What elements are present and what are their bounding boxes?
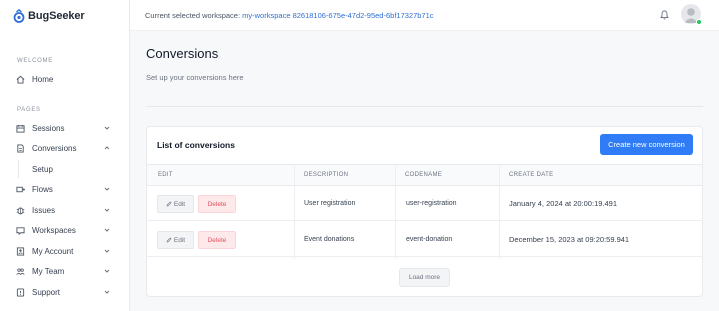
sidebar-item-label: Home xyxy=(32,74,54,84)
sidebar-item-label: Sessions xyxy=(32,123,65,133)
online-status-indicator xyxy=(696,19,702,25)
document-icon xyxy=(17,143,24,153)
page-title: Conversions xyxy=(146,46,219,61)
page-subtitle: Set up your conversions here xyxy=(146,73,244,82)
column-header-codename: CODENAME xyxy=(405,172,443,178)
sidebar-item-label: Flows xyxy=(32,184,53,194)
sidebar-item-label: Issues xyxy=(32,205,56,215)
delete-button[interactable]: Delete xyxy=(198,231,236,249)
edit-button[interactable]: Edit xyxy=(157,231,194,249)
cell-codename: user-registration xyxy=(406,200,457,207)
column-header-description: DESCRIPTION xyxy=(304,172,349,178)
conversions-card: List of conversions Create new conversio… xyxy=(146,126,703,297)
table-row: Edit Delete User registration user-regis… xyxy=(147,186,702,221)
sidebar-subitem-setup[interactable]: Setup xyxy=(18,160,129,178)
home-icon xyxy=(16,75,25,84)
sidebar-item-my-team[interactable]: My Team xyxy=(0,262,129,280)
cell-description: User registration xyxy=(304,200,356,207)
app-name: BugSeeker xyxy=(28,10,85,22)
edit-label: Edit xyxy=(173,236,186,244)
chevron-down-icon xyxy=(104,228,110,232)
sidebar-item-label: Workspaces xyxy=(32,225,76,235)
support-icon xyxy=(16,287,25,297)
section-label-pages: PAGES xyxy=(17,107,41,113)
bugseeker-logo-icon xyxy=(13,9,25,23)
cell-description: Event donations xyxy=(304,236,355,243)
edit-button[interactable]: Edit xyxy=(157,195,194,213)
divider xyxy=(146,106,703,107)
cell-create-date: December 15, 2023 at 09:20:59.941 xyxy=(509,235,630,244)
sidebar: BugSeeker WELCOME Home PAGES Sessions Co… xyxy=(0,0,130,311)
top-bar: Current selected workspace: my-workspace… xyxy=(130,0,719,31)
workspace-label: Current selected workspace: xyxy=(145,11,241,20)
chevron-down-icon xyxy=(104,187,110,191)
sidebar-item-label: Conversions xyxy=(32,143,77,153)
load-more-button[interactable]: Load more xyxy=(399,268,450,287)
column-header-create-date: CREATE DATE xyxy=(509,172,554,178)
sidebar-item-support[interactable]: Support xyxy=(0,283,129,301)
sidebar-item-my-account[interactable]: My Account xyxy=(0,242,129,260)
card-title: List of conversions xyxy=(157,140,235,150)
table-row: Edit Delete Event donations event-donati… xyxy=(147,222,702,257)
bell-icon[interactable] xyxy=(660,10,669,20)
chevron-down-icon xyxy=(104,208,110,212)
cell-create-date: January 4, 2024 at 20:00:19.491 xyxy=(509,199,618,208)
sidebar-item-label: My Account xyxy=(32,246,74,256)
team-icon xyxy=(16,267,25,275)
sidebar-item-workspaces[interactable]: Workspaces xyxy=(0,221,129,239)
delete-button[interactable]: Delete xyxy=(198,195,236,213)
sidebar-item-home[interactable]: Home xyxy=(0,70,129,88)
sidebar-item-conversions[interactable]: Conversions xyxy=(0,139,129,157)
chevron-down-icon xyxy=(104,249,110,253)
app-logo[interactable]: BugSeeker xyxy=(13,8,85,24)
section-label-welcome: WELCOME xyxy=(17,58,53,64)
bug-icon xyxy=(16,207,25,214)
pencil-icon xyxy=(166,201,172,207)
flows-icon xyxy=(16,186,25,192)
chevron-down-icon xyxy=(104,290,110,294)
workspaces-icon xyxy=(16,226,25,235)
table-header: EDIT DESCRIPTION CODENAME CREATE DATE xyxy=(147,164,702,186)
chevron-down-icon xyxy=(104,126,110,130)
chevron-up-icon xyxy=(104,146,110,150)
sidebar-item-flows[interactable]: Flows xyxy=(0,180,129,198)
edit-label: Edit xyxy=(173,200,186,208)
create-conversion-button[interactable]: Create new conversion xyxy=(600,134,693,155)
cell-codename: event-donation xyxy=(406,236,453,243)
sidebar-item-label: Support xyxy=(32,287,61,297)
workspace-indicator: Current selected workspace: my-workspace… xyxy=(145,11,434,20)
sidebar-item-issues[interactable]: Issues xyxy=(0,201,129,219)
chevron-down-icon xyxy=(104,269,110,273)
sidebar-item-label: Setup xyxy=(32,165,53,174)
sidebar-item-sessions[interactable]: Sessions xyxy=(0,119,129,137)
column-header-edit: EDIT xyxy=(158,172,173,178)
workspace-link[interactable]: my-workspace 82618106-675e-47d2-95ed-6bf… xyxy=(242,11,433,20)
account-icon xyxy=(16,246,25,256)
pencil-icon xyxy=(166,237,172,243)
sidebar-item-label: My Team xyxy=(32,266,65,276)
sessions-icon xyxy=(16,124,25,133)
